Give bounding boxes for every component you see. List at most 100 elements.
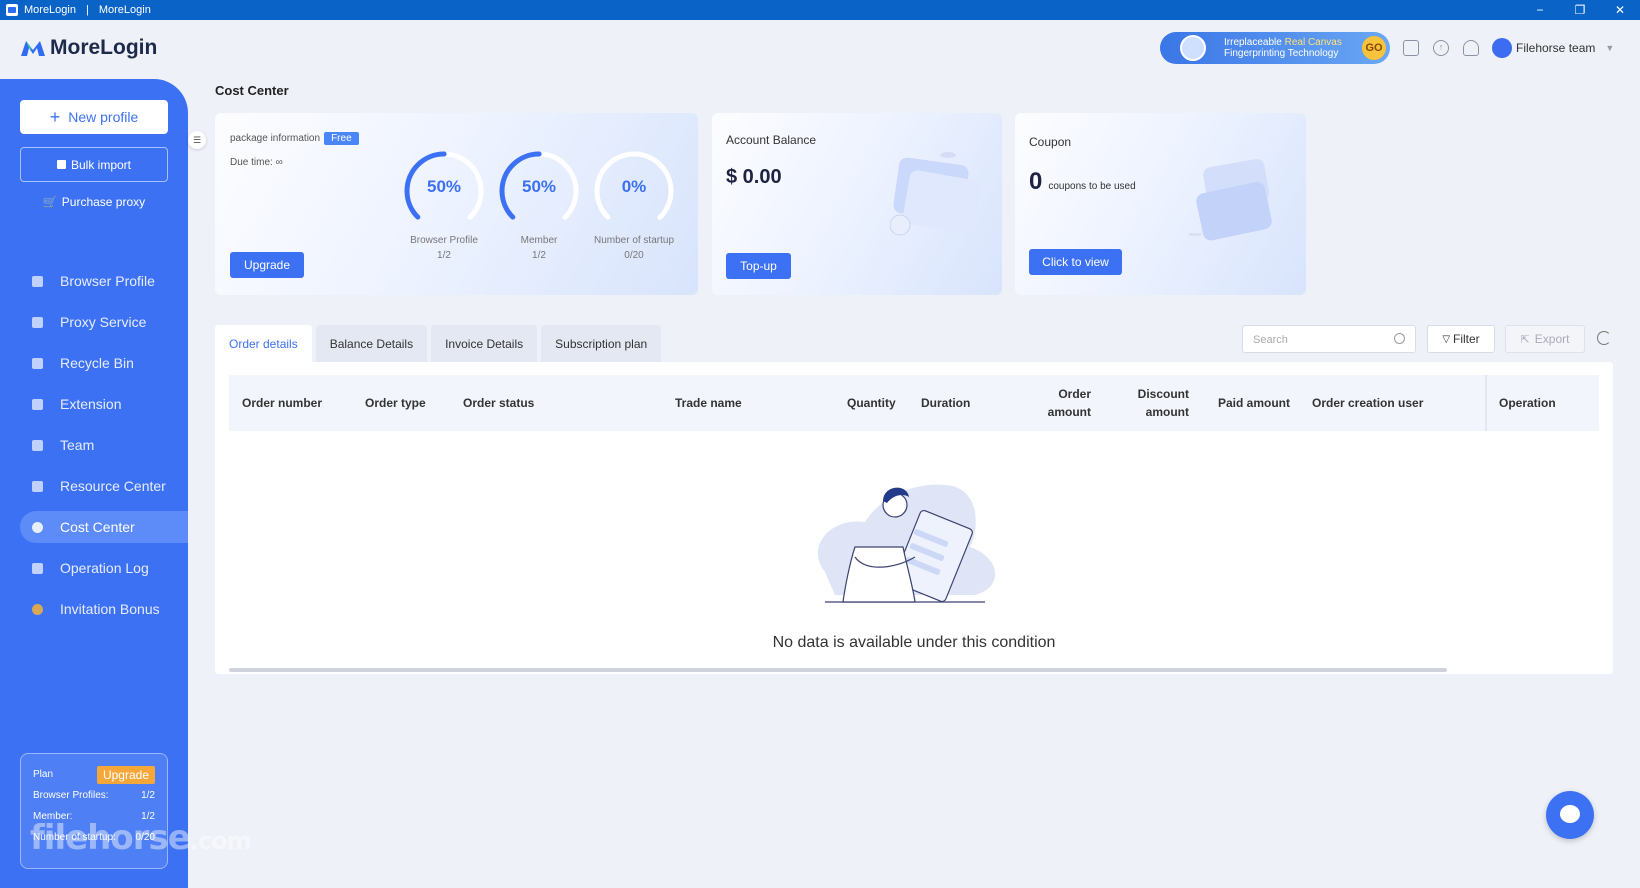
tab-invoice-details[interactable]: Invoice Details bbox=[431, 325, 538, 362]
due-time-value: ∞ bbox=[275, 157, 283, 168]
column-header[interactable]: Paid amount bbox=[1218, 375, 1290, 431]
chat-support-icon[interactable] bbox=[1546, 791, 1594, 839]
plan-row-value: 1/2 bbox=[141, 790, 155, 801]
bulk-import-label: Bulk import bbox=[70, 157, 132, 172]
tab-balance-details[interactable]: Balance Details bbox=[315, 325, 428, 362]
sidebar-item-label: Operation Log bbox=[60, 560, 149, 576]
sidebar-item-label: Team bbox=[60, 437, 95, 453]
gauge-percent: 0% bbox=[621, 177, 647, 196]
orders-table-panel: Order number Order type Order status Tra… bbox=[215, 362, 1613, 674]
topup-button[interactable]: Top-up bbox=[726, 253, 791, 279]
gauge-label: Member bbox=[520, 235, 558, 246]
bulk-import-button[interactable]: Bulk import bbox=[20, 147, 168, 182]
search-input[interactable]: Search bbox=[1242, 325, 1416, 353]
tab-bar: Order details Balance Details Invoice De… bbox=[215, 325, 665, 362]
coupon-count-text: coupons to be used bbox=[1048, 181, 1136, 192]
package-card: package information Free Due time: ∞ Upgr… bbox=[215, 113, 698, 295]
window-controls: − ❐ ✕ bbox=[1520, 0, 1640, 20]
gauge-browser-profile: 50% Browser Profile 1/2 bbox=[402, 149, 486, 263]
filter-icon: ▽ bbox=[1442, 333, 1451, 345]
sidebar-item-team[interactable]: Team bbox=[20, 429, 188, 461]
coupon-view-button[interactable]: Click to view bbox=[1029, 249, 1122, 275]
sidebar-item-label: Extension bbox=[60, 396, 122, 412]
team-name: Filehorse team bbox=[1516, 41, 1596, 55]
search-icon bbox=[1394, 333, 1405, 344]
plus-icon: + bbox=[49, 106, 61, 127]
message-icon[interactable] bbox=[1403, 40, 1419, 56]
column-header[interactable]: Quantity bbox=[847, 375, 896, 431]
promo-line1-b: Real Canvas bbox=[1284, 37, 1342, 48]
team-switcher[interactable]: Filehorse team ▼ bbox=[1492, 38, 1614, 58]
sidebar-item-operation-log[interactable]: Operation Log bbox=[20, 552, 188, 584]
minimize-button[interactable]: − bbox=[1520, 0, 1560, 20]
balance-card-illustration-icon bbox=[890, 152, 981, 236]
column-header[interactable]: Order status bbox=[463, 375, 534, 431]
column-header[interactable]: Discount amount bbox=[1117, 375, 1189, 431]
watermark-text: filehorse bbox=[30, 818, 191, 858]
column-header[interactable]: Order type bbox=[365, 375, 426, 431]
column-header[interactable]: Order creation user bbox=[1312, 375, 1423, 431]
trash-icon bbox=[32, 357, 43, 369]
package-upgrade-button[interactable]: Upgrade bbox=[230, 252, 304, 278]
promo-go-button[interactable]: GO bbox=[1362, 36, 1386, 60]
column-header[interactable]: Trade name bbox=[675, 375, 742, 431]
column-header[interactable]: Operation bbox=[1499, 375, 1556, 431]
sidebar-item-label: Browser Profile bbox=[60, 273, 155, 289]
upload-icon[interactable]: ↑ bbox=[1433, 40, 1449, 56]
close-button[interactable]: ✕ bbox=[1600, 0, 1640, 20]
gauge-label: Browser Profile bbox=[410, 235, 478, 246]
bell-icon[interactable] bbox=[1463, 40, 1479, 56]
puzzle-icon bbox=[32, 398, 43, 410]
restore-button[interactable]: ❐ bbox=[1560, 0, 1600, 20]
plan-label: Plan bbox=[33, 769, 54, 780]
window-title-right: MoreLogin bbox=[98, 4, 151, 16]
coupon-count-row: 0 coupons to be used bbox=[1029, 168, 1136, 196]
package-label: package information bbox=[230, 133, 321, 144]
horizontal-scrollbar[interactable] bbox=[229, 668, 1447, 672]
package-label-row: package information Free bbox=[230, 132, 359, 145]
refresh-icon[interactable] bbox=[1597, 331, 1611, 345]
export-label: Export bbox=[1534, 332, 1570, 346]
coin-icon bbox=[32, 603, 43, 615]
sidebar-item-label: Cost Center bbox=[60, 519, 135, 535]
purchase-proxy-link[interactable]: 🛒 Purchase proxy bbox=[20, 189, 168, 215]
sidebar-item-cost-center[interactable]: Cost Center bbox=[20, 511, 188, 543]
tab-subscription-plan[interactable]: Subscription plan bbox=[541, 325, 662, 362]
plan-upgrade-button[interactable]: Upgrade bbox=[96, 765, 155, 784]
column-header[interactable]: Order number bbox=[242, 375, 322, 431]
column-header[interactable]: Duration bbox=[921, 375, 970, 431]
new-profile-button[interactable]: + New profile bbox=[20, 100, 168, 134]
sidebar-item-proxy-service[interactable]: Proxy Service bbox=[20, 306, 188, 338]
brand-logo[interactable]: MoreLogin bbox=[20, 36, 157, 60]
gauge-number-of-startup: 0% Number of startup 0/20 bbox=[592, 149, 676, 263]
collapse-sidebar-icon[interactable]: ☰ bbox=[188, 131, 206, 149]
column-header[interactable]: Order amount bbox=[1029, 375, 1091, 431]
wallet-icon bbox=[32, 521, 43, 533]
export-button[interactable]: ⇱ Export bbox=[1505, 325, 1585, 353]
app-icon bbox=[6, 4, 18, 16]
sidebar-item-browser-profile[interactable]: Browser Profile bbox=[20, 265, 188, 297]
sidebar-item-invitation-bonus[interactable]: Invitation Bonus bbox=[20, 593, 188, 625]
sidebar-item-extension[interactable]: Extension bbox=[20, 388, 188, 420]
due-time-label: Due time: bbox=[230, 157, 273, 168]
log-icon bbox=[32, 562, 43, 574]
brand-name: MoreLogin bbox=[50, 36, 158, 59]
tab-order-details[interactable]: Order details bbox=[215, 325, 312, 362]
sidebar-item-recycle-bin[interactable]: Recycle Bin bbox=[20, 347, 188, 379]
account-balance-card: Account Balance $ 0.00 Top-up bbox=[712, 113, 1002, 295]
sidebar: + New profile Bulk import 🛒 Purchase pro… bbox=[0, 79, 188, 888]
coupon-illustration-icon bbox=[1189, 159, 1272, 241]
plan-badge: Free bbox=[324, 132, 359, 145]
promo-banner[interactable]: Irreplaceable Real Canvas Fingerprinting… bbox=[1160, 32, 1390, 64]
purchase-proxy-label: Purchase proxy bbox=[61, 195, 146, 209]
sidebar-item-label: Recycle Bin bbox=[60, 355, 134, 371]
coupon-count: 0 bbox=[1029, 168, 1043, 195]
window-title-left: MoreLogin bbox=[24, 4, 76, 16]
filter-button[interactable]: ▽ Filter bbox=[1427, 325, 1495, 353]
gauge-percent: 50% bbox=[426, 177, 462, 196]
sidebar-item-resource-center[interactable]: Resource Center bbox=[20, 470, 188, 502]
team-avatar-icon bbox=[1492, 38, 1512, 58]
import-icon bbox=[56, 160, 66, 169]
title-separator: | bbox=[85, 4, 89, 16]
page-title: Cost Center bbox=[215, 83, 289, 98]
